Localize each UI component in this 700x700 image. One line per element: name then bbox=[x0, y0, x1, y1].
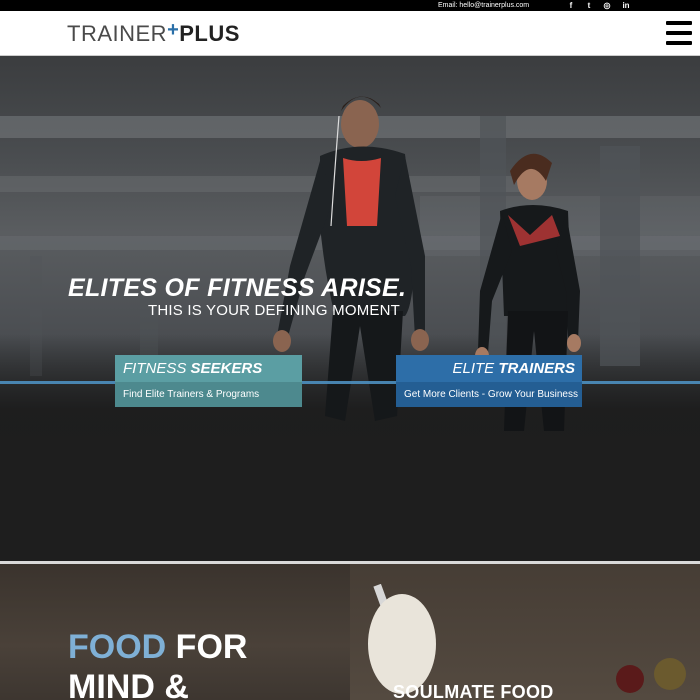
food-section-title: FOOD FOR bbox=[68, 628, 247, 666]
logo-plus: + bbox=[167, 18, 180, 41]
fitness-seekers-word1: FITNESS bbox=[123, 360, 187, 377]
site-header: TRAINER + PLUS bbox=[0, 11, 700, 56]
contact-email[interactable]: Email: hello@trainerplus.com bbox=[438, 1, 529, 10]
logo-text-plus: PLUS bbox=[179, 21, 240, 46]
food-title-word2: FOR bbox=[175, 628, 248, 666]
instagram-icon[interactable]: ◎ bbox=[600, 0, 614, 11]
elite-trainers-subtitle: Get More Clients - Grow Your Business bbox=[396, 382, 582, 407]
fruit-decoration-image bbox=[616, 658, 686, 693]
elite-trainers-word2: TRAINERS bbox=[498, 360, 575, 377]
fitness-seekers-heading: FITNESS SEEKERS bbox=[115, 355, 302, 382]
site-logo[interactable]: TRAINER + PLUS bbox=[67, 18, 240, 47]
soulmate-food-heading[interactable]: SOULMATE FOOD bbox=[393, 682, 554, 700]
top-bar: Email: hello@trainerplus.com f t ◎ in bbox=[0, 0, 700, 11]
elite-trainers-card[interactable]: ELITE TRAINERS Get More Clients - Grow Y… bbox=[396, 355, 582, 407]
twitter-icon[interactable]: t bbox=[582, 0, 596, 11]
hero-title: ELITES OF FITNESS ARISE. bbox=[68, 274, 407, 302]
linkedin-icon[interactable]: in bbox=[619, 0, 633, 11]
elite-trainers-word1: ELITE bbox=[452, 360, 495, 377]
hero-subtitle: THIS IS YOUR DEFINING MOMENT bbox=[148, 302, 401, 319]
food-section-title-line2: MIND & bbox=[68, 668, 189, 700]
fitness-seekers-subtitle: Find Elite Trainers & Programs bbox=[115, 382, 302, 407]
fitness-seekers-word2: SEEKERS bbox=[190, 360, 263, 377]
fitness-seekers-card[interactable]: FITNESS SEEKERS Find Elite Trainers & Pr… bbox=[115, 355, 302, 407]
hero-section: ELITES OF FITNESS ARISE. THIS IS YOUR DE… bbox=[0, 56, 700, 561]
facebook-icon[interactable]: f bbox=[564, 0, 578, 11]
logo-text-trainer: TRAINER bbox=[67, 21, 168, 46]
hero-accent-line bbox=[0, 381, 700, 384]
food-title-word1: FOOD bbox=[68, 628, 167, 666]
elite-trainers-heading: ELITE TRAINERS bbox=[396, 355, 582, 382]
hamburger-menu-icon[interactable] bbox=[666, 21, 692, 45]
